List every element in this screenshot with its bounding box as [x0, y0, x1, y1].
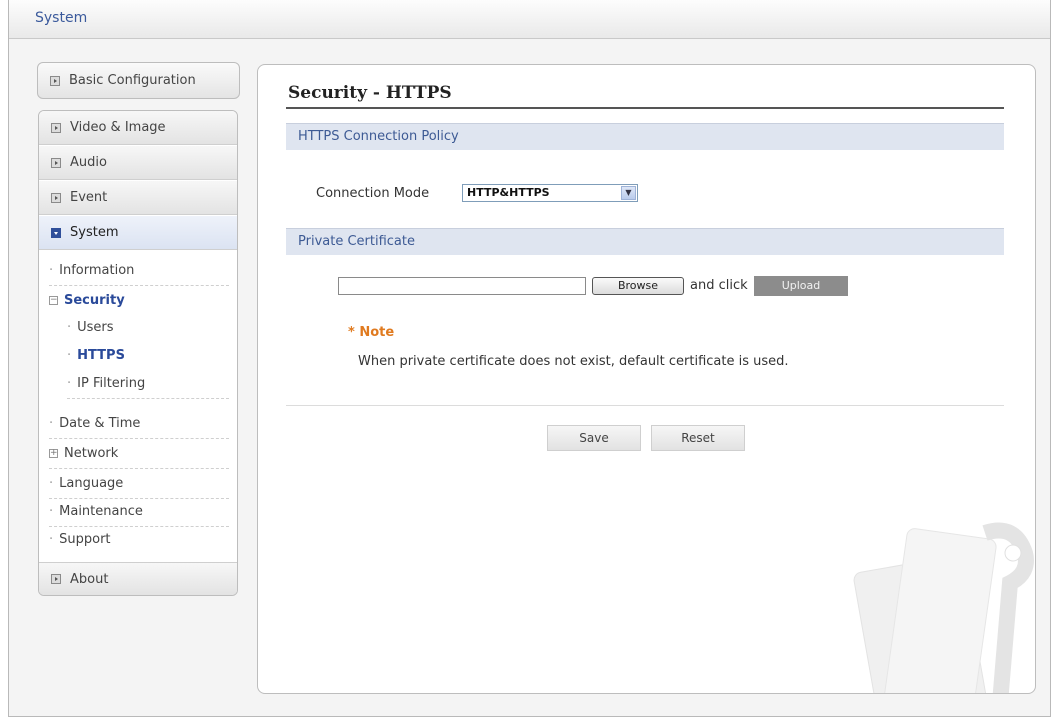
basic-configuration-button[interactable]: Basic Configuration	[37, 62, 240, 99]
sidebar-item-about[interactable]: About	[39, 562, 237, 595]
tools-watermark-icon	[853, 522, 1034, 693]
browse-button[interactable]: Browse	[592, 277, 684, 295]
https-connection-policy-header: HTTPS Connection Policy	[286, 123, 1004, 150]
sidebar-item-label: Maintenance	[59, 504, 143, 519]
sidebar-item-language[interactable]: · Language	[49, 470, 229, 499]
sidebar-item-event[interactable]: Event	[39, 181, 237, 215]
expand-icon	[51, 574, 61, 584]
bullet-icon: ·	[49, 476, 54, 491]
expand-icon	[50, 75, 60, 86]
title-divider	[286, 107, 1004, 109]
minus-box-icon: −	[49, 295, 58, 305]
private-certificate-header: Private Certificate	[286, 228, 1004, 255]
sidebar-item-label: Support	[59, 532, 111, 547]
sidebar-item-label: Users	[77, 320, 114, 335]
sidebar-menu: Video & Image Audio Event System · Inform…	[38, 110, 238, 596]
bullet-icon: ·	[49, 263, 54, 278]
upload-button[interactable]: Upload	[754, 276, 848, 296]
sidebar-item-audio[interactable]: Audio	[39, 146, 237, 180]
and-click-text: and click	[690, 278, 748, 293]
sidebar-item-system[interactable]: System	[39, 216, 237, 250]
certificate-file-input[interactable]	[338, 277, 586, 295]
plus-box-icon: +	[49, 448, 58, 458]
sidebar-item-label: Audio	[70, 155, 107, 170]
basic-configuration-label: Basic Configuration	[69, 73, 196, 88]
bullet-icon: ·	[49, 504, 54, 519]
main-panel: Security - HTTPS HTTPS Connection Policy…	[257, 64, 1036, 694]
note-text: When private certificate does not exist,…	[358, 354, 789, 369]
sidebar-item-label: HTTPS	[77, 348, 125, 363]
chevron-down-icon: ▼	[621, 186, 636, 200]
sidebar-item-network[interactable]: + Network	[49, 440, 229, 469]
sidebar-item-label: IP Filtering	[77, 376, 146, 391]
bullet-icon: ·	[49, 532, 54, 547]
app-frame: System Basic Configuration Video & Image…	[8, 0, 1051, 717]
save-button[interactable]: Save	[547, 425, 641, 451]
sidebar-item-support[interactable]: · Support	[49, 526, 229, 554]
sidebar-item-maintenance[interactable]: · Maintenance	[49, 498, 229, 527]
sidebar-item-security[interactable]: − Security	[49, 287, 229, 315]
sidebar-item-label: System	[70, 225, 119, 240]
sidebar-item-ip-filtering[interactable]: · IP Filtering	[67, 370, 229, 399]
reset-button[interactable]: Reset	[651, 425, 745, 451]
sidebar-item-label: Security	[64, 293, 125, 308]
page-title: Security - HTTPS	[288, 83, 452, 103]
collapse-icon	[51, 227, 61, 238]
note-title: * Note	[348, 325, 395, 340]
bullet-icon: ·	[67, 376, 72, 391]
sidebar-item-https[interactable]: · HTTPS	[67, 342, 227, 370]
sidebar-item-information[interactable]: · Information	[49, 257, 229, 286]
connection-mode-select[interactable]: HTTP&HTTPS ▼	[462, 184, 638, 202]
sidebar-item-label: Event	[70, 190, 108, 205]
bullet-icon: ·	[67, 320, 72, 335]
divider	[286, 405, 1004, 406]
sidebar-item-date-time[interactable]: · Date & Time	[49, 410, 229, 439]
expand-icon	[51, 192, 61, 203]
page-header-title: System	[35, 10, 88, 26]
connection-mode-value: HTTP&HTTPS	[467, 186, 550, 199]
sidebar-item-label: Network	[64, 446, 119, 461]
sidebar-item-label: Language	[59, 476, 124, 491]
connection-mode-label: Connection Mode	[316, 186, 430, 201]
sidebar-item-label: About	[70, 571, 109, 587]
sidebar-item-label: Information	[59, 263, 135, 278]
sidebar-item-users[interactable]: · Users	[67, 314, 227, 342]
sidebar-item-label: Video & Image	[70, 120, 166, 135]
top-bar: System	[9, 0, 1050, 39]
expand-icon	[51, 157, 61, 168]
bullet-icon: ·	[67, 348, 72, 363]
sidebar-item-label: Date & Time	[59, 416, 141, 431]
expand-icon	[51, 122, 61, 133]
bullet-icon: ·	[49, 416, 54, 431]
sidebar-item-video-image[interactable]: Video & Image	[39, 111, 237, 145]
